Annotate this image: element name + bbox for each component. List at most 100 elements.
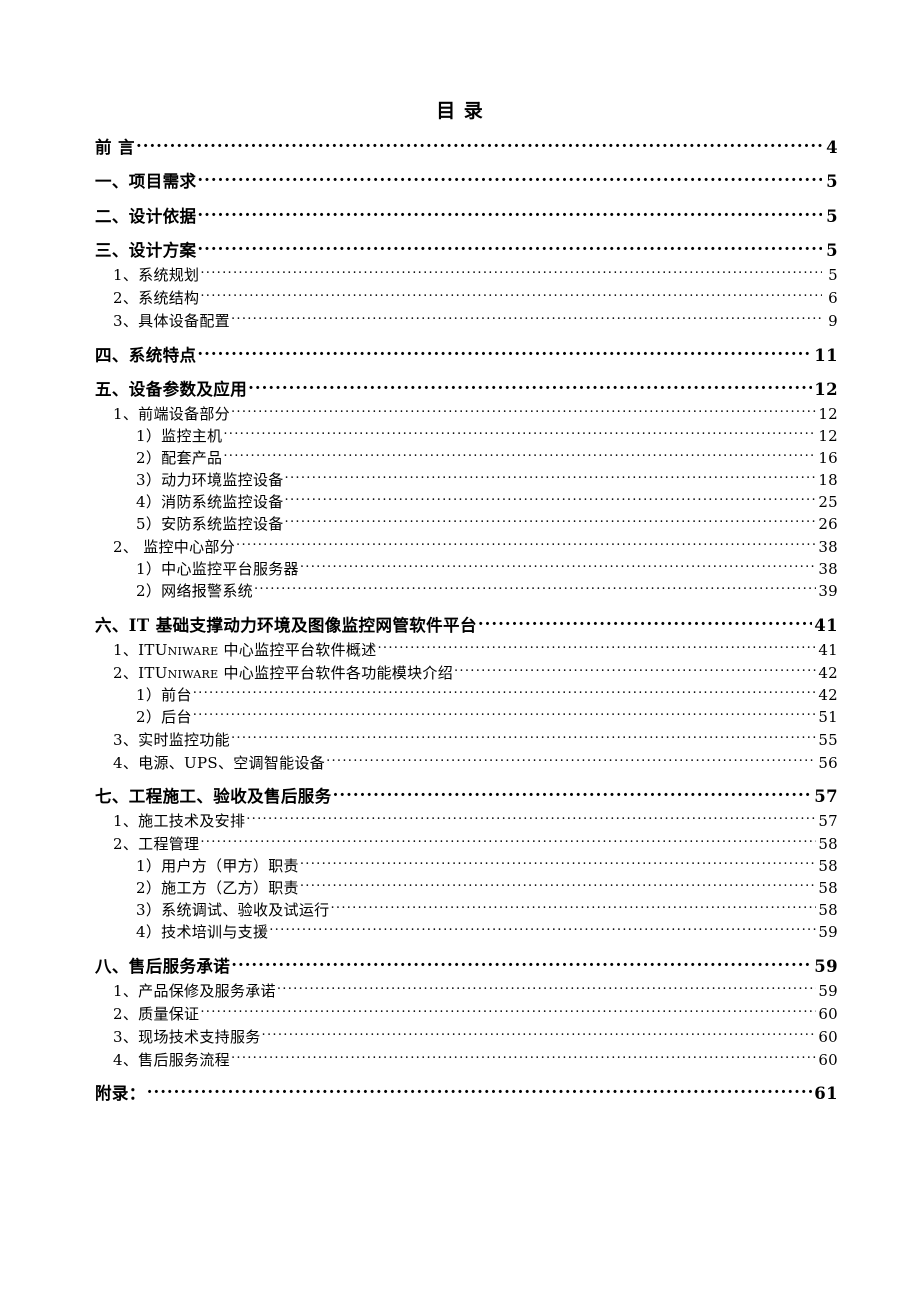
toc-entry-page-number: 42 xyxy=(818,685,838,704)
toc-entry-page-number: 60 xyxy=(818,1027,838,1046)
toc-entry[interactable]: 六、IT 基础支撑动力环境及图像监控网管软件平台 41 xyxy=(0,614,920,636)
toc-entry-label: 4）技术培训与支援 xyxy=(136,923,269,941)
toc-entry-page-number: 39 xyxy=(818,582,838,600)
toc-entry-label: 二、设计依据 xyxy=(95,206,197,226)
toc-entry-label: 八、售后服务承诺 xyxy=(95,956,231,976)
toc-entry-label: 1、ITUniware 中心监控平台软件概述 xyxy=(113,640,377,659)
toc-entry[interactable]: 4）消防系统监控设备 25 xyxy=(0,492,920,511)
toc-entry-page-number: 9 xyxy=(828,312,838,330)
toc-entry[interactable]: 2、质量保证 60 xyxy=(0,1004,920,1023)
toc-entry-page-number: 61 xyxy=(814,1084,838,1103)
toc-entry[interactable]: 2）配套产品 16 xyxy=(0,448,920,467)
toc-dot-leader xyxy=(236,537,816,552)
toc-dot-leader xyxy=(231,311,822,326)
toc-entry-page-number: 4 xyxy=(826,137,838,157)
toc-entry[interactable]: 3、实时监控功能 55 xyxy=(0,730,920,749)
toc-entry-page-number: 57 xyxy=(814,787,838,806)
toc-entry[interactable]: 3、现场技术支持服务 60 xyxy=(0,1027,920,1046)
toc-entry-label: 六、IT 基础支撑动力环境及图像监控网管软件平台 xyxy=(95,615,477,635)
toc-entry[interactable]: 1、施工技术及安排 57 xyxy=(0,811,920,830)
toc-entry[interactable]: 1、系统规划 5 xyxy=(0,265,920,284)
table-of-contents-list: 前 言 4 一、项目需求 5 二、设计依据 5 三、设计方案 5 1、系统规划 5 2、系统结构 6 3… xyxy=(0,136,920,1104)
toc-entry[interactable]: 3、具体设备配置 9 xyxy=(0,311,920,330)
toc-entry[interactable]: 1）前台 42 xyxy=(0,685,920,704)
toc-entry[interactable]: 一、项目需求 5 xyxy=(0,171,920,193)
toc-entry-page-number: 41 xyxy=(818,640,838,659)
toc-entry-label: 1、施工技术及安排 xyxy=(113,812,246,830)
toc-entry[interactable]: 七、工程施工、验收及售后服务 57 xyxy=(0,786,920,808)
toc-entry-page-number: 16 xyxy=(818,449,838,467)
toc-dot-leader xyxy=(193,707,817,722)
toc-entry-page-number: 57 xyxy=(818,812,838,830)
toc-entry-page-number: 58 xyxy=(818,857,838,875)
toc-entry-page-number: 26 xyxy=(818,515,838,533)
toc-entry-label: 1）前台 xyxy=(136,685,192,704)
toc-entry[interactable]: 三、设计方案 5 xyxy=(0,240,920,262)
toc-entry[interactable]: 四、系统特点 11 xyxy=(0,344,920,366)
toc-entry[interactable]: 2）施工方（乙方）职责 58 xyxy=(0,878,920,897)
toc-entry-label: 四、系统特点 xyxy=(95,345,197,365)
toc-entry[interactable]: 2、ITUniware 中心监控平台软件各功能模块介绍 42 xyxy=(0,663,920,682)
toc-entry[interactable]: 2、工程管理 58 xyxy=(0,834,920,853)
toc-entry[interactable]: 八、售后服务承诺 59 xyxy=(0,955,920,977)
toc-entry-page-number: 18 xyxy=(818,471,838,489)
toc-entry-label: 三、设计方案 xyxy=(95,241,197,260)
toc-dot-leader xyxy=(197,344,812,361)
toc-dot-leader xyxy=(246,811,816,826)
toc-entry[interactable]: 五、设备参数及应用 12 xyxy=(0,379,920,401)
toc-entry[interactable]: 2）后台 51 xyxy=(0,707,920,726)
toc-entry[interactable]: 附录： 61 xyxy=(0,1083,920,1105)
toc-entry-page-number: 11 xyxy=(814,345,838,365)
toc-entry[interactable]: 2、 监控中心部分 38 xyxy=(0,537,920,556)
toc-entry-label: 1）中心监控平台服务器 xyxy=(136,560,299,578)
toc-dot-leader xyxy=(254,581,816,596)
toc-dot-leader xyxy=(200,288,822,303)
toc-dot-leader xyxy=(248,379,812,396)
toc-dot-leader xyxy=(478,614,812,631)
toc-dot-leader xyxy=(223,448,816,463)
toc-entry[interactable]: 1）中心监控平台服务器 38 xyxy=(0,559,920,578)
toc-dot-leader xyxy=(262,1027,817,1042)
toc-dot-leader xyxy=(333,786,813,803)
toc-entry-label: 1）监控主机 xyxy=(136,427,223,445)
toc-entry[interactable]: 1、产品保修及服务承诺 59 xyxy=(0,981,920,1000)
toc-entry-page-number: 38 xyxy=(818,538,838,556)
toc-entry[interactable]: 2）网络报警系统 39 xyxy=(0,581,920,600)
toc-entry[interactable]: 二、设计依据 5 xyxy=(0,205,920,227)
toc-entry[interactable]: 前 言 4 xyxy=(0,136,920,158)
toc-entry-page-number: 12 xyxy=(818,405,838,423)
toc-entry[interactable]: 2、系统结构 6 xyxy=(0,288,920,307)
toc-dot-leader xyxy=(197,171,822,188)
toc-dot-leader xyxy=(223,426,816,441)
toc-entry-label: 2、ITUniware 中心监控平台软件各功能模块介绍 xyxy=(113,663,453,682)
toc-entry[interactable]: 3）动力环境监控设备 18 xyxy=(0,470,920,489)
toc-entry-label: 3、实时监控功能 xyxy=(113,730,230,749)
toc-entry[interactable]: 1）监控主机 12 xyxy=(0,426,920,445)
toc-entry-page-number: 5 xyxy=(826,172,838,191)
toc-entry[interactable]: 4）技术培训与支援 59 xyxy=(0,922,920,941)
toc-entry-label: 七、工程施工、验收及售后服务 xyxy=(95,787,332,806)
toc-entry[interactable]: 3）系统调试、验收及试运行 58 xyxy=(0,900,920,919)
toc-dot-leader xyxy=(200,834,816,849)
toc-entry-label: 3、具体设备配置 xyxy=(113,312,230,330)
toc-dot-leader xyxy=(378,640,817,655)
toc-dot-leader xyxy=(193,685,817,700)
toc-entry-page-number: 42 xyxy=(818,663,838,682)
toc-entry-label: 2）后台 xyxy=(136,707,192,726)
toc-entry-label: 五、设备参数及应用 xyxy=(95,380,248,399)
toc-entry-page-number: 60 xyxy=(818,1004,838,1023)
toc-entry-label: 附录： xyxy=(95,1084,146,1103)
toc-entry-label: 3、现场技术支持服务 xyxy=(113,1027,261,1046)
document-page: 目 录 前 言 4 一、项目需求 5 二、设计依据 5 三、设计方案 5 1、系统规划 5 2、系统… xyxy=(0,0,920,1302)
toc-entry[interactable]: 1、前端设备部分 12 xyxy=(0,404,920,423)
toc-entry-page-number: 60 xyxy=(818,1050,838,1069)
toc-entry-page-number: 38 xyxy=(818,560,838,578)
toc-entry[interactable]: 1、ITUniware 中心监控平台软件概述 41 xyxy=(0,640,920,659)
toc-entry[interactable]: 4、售后服务流程 60 xyxy=(0,1050,920,1069)
toc-entry[interactable]: 4、电源、UPS、空调智能设备 56 xyxy=(0,753,920,772)
toc-entry[interactable]: 5）安防系统监控设备 26 xyxy=(0,514,920,533)
toc-entry-page-number: 25 xyxy=(818,493,838,511)
toc-dot-leader xyxy=(454,663,816,678)
toc-entry[interactable]: 1）用户方（甲方）职责 58 xyxy=(0,856,920,875)
toc-entry-label: 1、产品保修及服务承诺 xyxy=(113,981,276,1000)
